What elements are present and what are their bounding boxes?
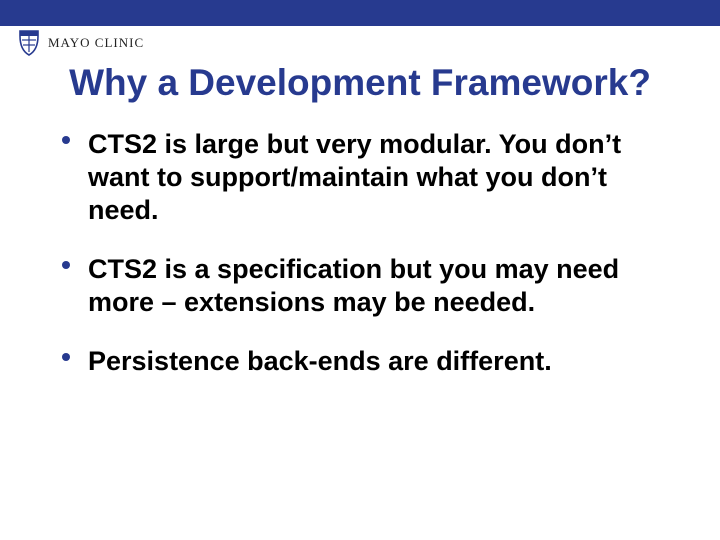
shield-icon [18,30,40,56]
bullet-icon [62,136,70,144]
header-bar [0,0,720,26]
list-item: CTS2 is large but very modular. You don’… [62,128,668,227]
bullet-text: CTS2 is large but very modular. You don’… [88,129,621,225]
brand-name: MAYO CLINIC [48,35,144,51]
bullet-list: CTS2 is large but very modular. You don’… [62,128,668,404]
bullet-text: CTS2 is a specification but you may need… [88,254,619,317]
bullet-icon [62,353,70,361]
brand-logo: MAYO CLINIC [18,30,144,56]
bullet-icon [62,261,70,269]
slide: MAYO CLINIC Why a Development Framework?… [0,0,720,540]
slide-title: Why a Development Framework? [0,62,720,104]
list-item: CTS2 is a specification but you may need… [62,253,668,319]
list-item: Persistence back-ends are different. [62,345,668,378]
bullet-text: Persistence back-ends are different. [88,346,552,376]
